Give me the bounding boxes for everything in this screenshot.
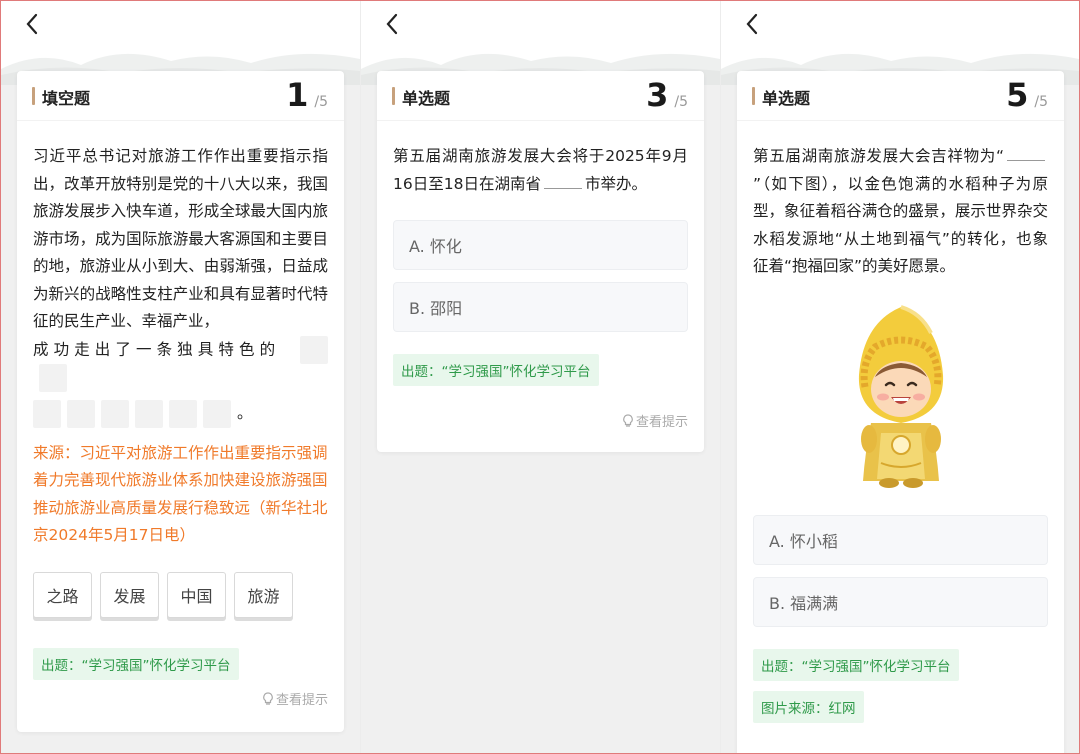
question-card: 单选题 3 /5 第五届湖南旅游发展大会将于2025年9月16日至18日在湖南省… — [377, 71, 704, 452]
card-header: 单选题 5 /5 — [737, 71, 1064, 121]
option-label: A. 怀小稻 — [769, 531, 838, 551]
tag-row: 出题：“学习强国”怀化学习平台 — [17, 647, 344, 680]
word-chip[interactable]: 之路 — [33, 571, 92, 618]
view-hint-button[interactable]: 查看提示 — [622, 411, 688, 430]
answer-blank-7[interactable] — [169, 399, 197, 428]
tag-row: 出题：“学习强国”怀化学习平台 — [377, 354, 704, 386]
question-source-tag: 出题：“学习强国”怀化学习平台 — [753, 648, 959, 681]
answer-blank-1[interactable] — [300, 335, 328, 364]
tag-row: 出题：“学习强国”怀化学习平台 — [737, 648, 1064, 681]
answer-blank-4[interactable] — [67, 399, 95, 428]
current-question-number: 3 — [646, 76, 669, 114]
word-chip[interactable]: 中国 — [167, 571, 226, 618]
answer-blank-row: 。 — [33, 399, 328, 428]
source-citation: 来源：习近平对旅游工作作出重要指示强调 着力完善现代旅游业体系加快建设旅游强国 … — [33, 443, 328, 545]
word-chip-row: 之路 发展 中国 旅游 — [17, 571, 344, 618]
question-type-label: 单选题 — [402, 89, 451, 108]
option-list: A. 怀化 B. 邵阳 — [377, 220, 704, 332]
question-card: 单选题 5 /5 第五届湖南旅游发展大会吉祥物为“ ”（如下图），以金色饱满的水稻… — [737, 71, 1064, 753]
answer-blank-3[interactable] — [33, 399, 61, 428]
answer-blank-8[interactable] — [203, 399, 231, 428]
question-source-tag: 出题：“学习强国”怀化学习平台 — [393, 354, 599, 386]
answer-blank — [543, 171, 582, 189]
back-arrow-icon — [386, 13, 398, 35]
quiz-panel-1: 填空题 1 /5 习近平总书记对旅游工作作出重要指示指出，改革开放特别是党的十八… — [1, 1, 360, 753]
type-accent-bar — [752, 87, 755, 105]
back-button[interactable] — [379, 11, 405, 37]
answer-blank — [1007, 143, 1045, 161]
lightbulb-icon — [263, 691, 273, 705]
top-bar — [1, 1, 360, 85]
total-questions: /5 — [674, 94, 688, 110]
back-button[interactable] — [19, 11, 45, 37]
total-questions: /5 — [314, 94, 328, 110]
answer-blank-6[interactable] — [135, 399, 163, 428]
current-question-number: 1 — [286, 76, 309, 114]
card-header: 填空题 1 /5 — [17, 71, 344, 121]
quiz-panel-5: 单选题 5 /5 第五届湖南旅游发展大会吉祥物为“ ”（如下图），以金色饱满的水稻… — [721, 1, 1079, 753]
question-type-label: 填空题 — [42, 89, 91, 108]
image-source-tag: 图片来源：红网 — [753, 690, 864, 723]
question-text: 第五届湖南旅游发展大会将于2025年9月16日至18日在湖南省 市举办。 — [377, 121, 704, 198]
back-button[interactable] — [739, 11, 765, 37]
type-accent-bar — [32, 87, 35, 105]
tag-row-2: 图片来源：红网 — [737, 690, 1064, 723]
quiz-panel-3: 单选题 3 /5 第五届湖南旅游发展大会将于2025年9月16日至18日在湖南省… — [361, 1, 720, 753]
question-tail: 成功走出了一条独具特色的 — [33, 340, 281, 358]
hint-label: 查看提示 — [635, 415, 688, 430]
question-body: 第五届湖南旅游发展大会吉祥物为“ — [753, 147, 1004, 165]
back-arrow-icon — [26, 13, 38, 35]
word-chip[interactable]: 发展 — [100, 571, 159, 618]
question-card: 填空题 1 /5 习近平总书记对旅游工作作出重要指示指出，改革开放特别是党的十八… — [17, 71, 344, 732]
total-questions: /5 — [1034, 94, 1048, 110]
question-counter: 1 /5 — [286, 75, 328, 115]
option-b[interactable]: B. 邵阳 — [393, 282, 688, 332]
option-label: B. 福满满 — [769, 593, 839, 613]
option-b[interactable]: B. 福满满 — [753, 576, 1048, 627]
question-source-tag: 出题：“学习强国”怀化学习平台 — [33, 647, 239, 680]
option-label: A. 怀化 — [409, 237, 462, 256]
view-hint-button[interactable]: 查看提示 — [262, 689, 328, 708]
question-counter: 3 /5 — [646, 75, 688, 115]
option-list: A. 怀小稻 B. 福满满 — [737, 514, 1064, 627]
top-bar — [721, 1, 1079, 85]
question-text: 第五届湖南旅游发展大会吉祥物为“ ”（如下图），以金色饱满的水稻种子为原型，象征着… — [737, 121, 1064, 281]
answer-blank-5[interactable] — [101, 399, 129, 428]
answer-blank-2[interactable] — [39, 363, 67, 392]
question-counter: 5 /5 — [1006, 75, 1048, 115]
type-accent-bar — [392, 87, 395, 105]
question-body: 习近平总书记对旅游工作作出重要指示指出，改革开放特别是党的十八大以来，我国旅游发… — [33, 147, 328, 330]
current-question-number: 5 — [1006, 76, 1029, 114]
card-header: 单选题 3 /5 — [377, 71, 704, 121]
hint-label: 查看提示 — [275, 693, 328, 708]
option-label: B. 邵阳 — [409, 299, 463, 318]
lightbulb-icon — [623, 413, 633, 427]
question-body-end: ”（如下图），以金色饱满的水稻种子为原型，象征着稻谷满仓的盛景，展示世界杂交水稻… — [753, 174, 1048, 276]
mascot-image — [737, 303, 1064, 489]
end-punctuation: 。 — [237, 403, 253, 422]
option-a[interactable]: A. 怀小稻 — [753, 514, 1048, 565]
question-body-end: 市举办。 — [584, 174, 647, 193]
question-text: 习近平总书记对旅游工作作出重要指示指出，改革开放特别是党的十八大以来，我国旅游发… — [17, 121, 344, 428]
back-arrow-icon — [746, 13, 758, 35]
top-bar — [361, 1, 720, 85]
option-a[interactable]: A. 怀化 — [393, 220, 688, 270]
word-chip[interactable]: 旅游 — [234, 571, 293, 618]
question-type-label: 单选题 — [762, 89, 811, 108]
mascot-figure — [858, 304, 943, 488]
